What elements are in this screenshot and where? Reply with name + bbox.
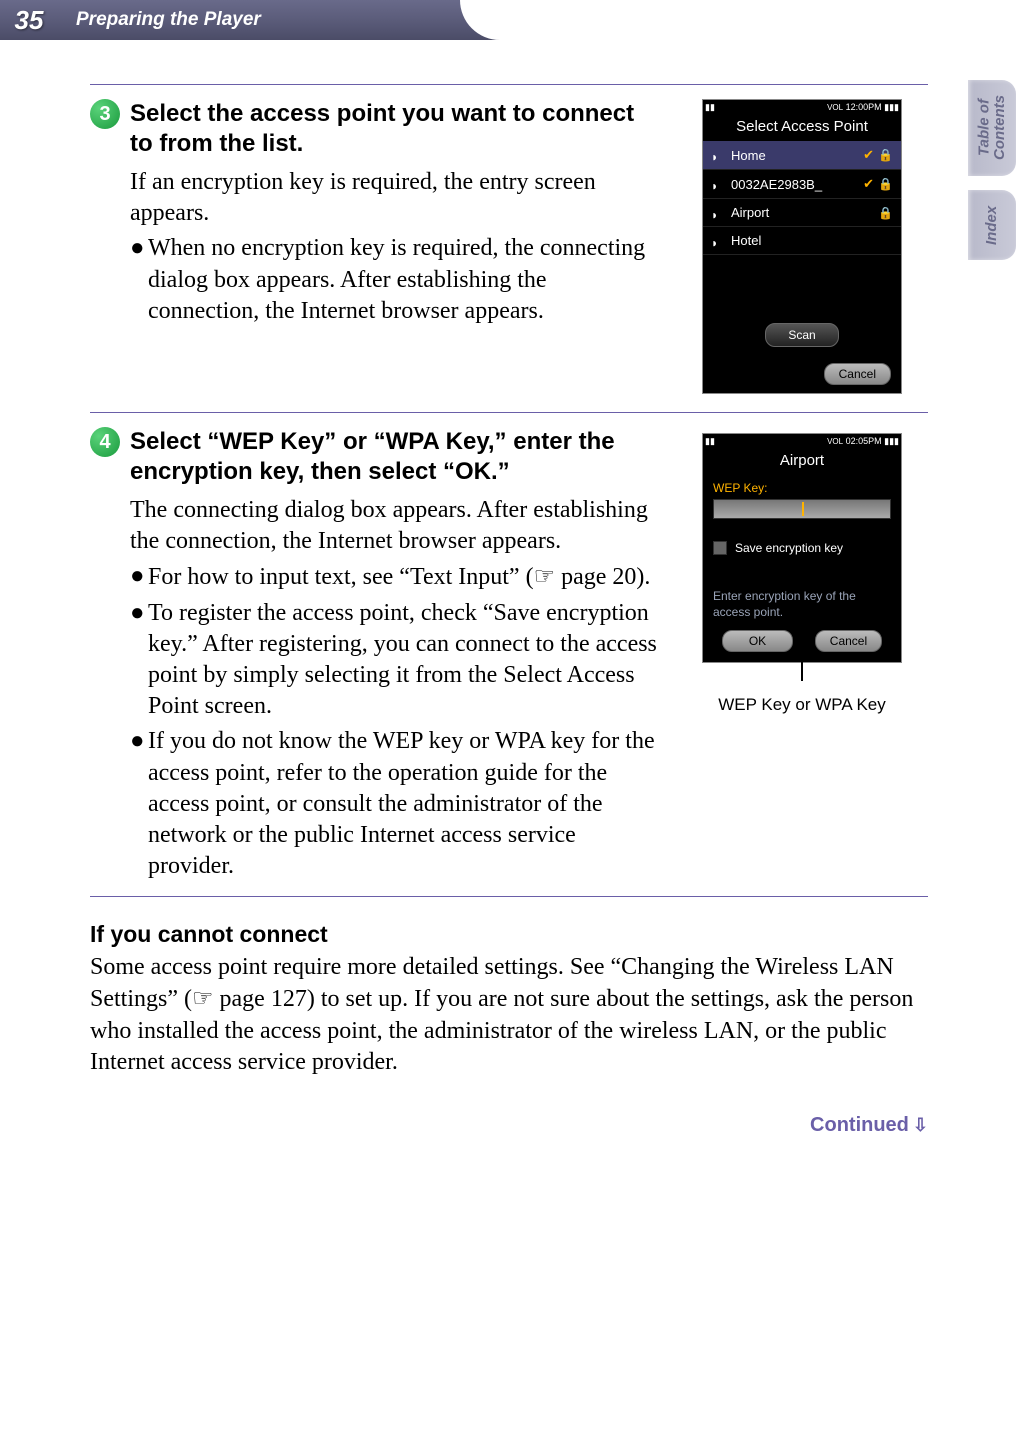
shot1-empty [703,255,901,315]
step-4-head: 4 Select “WEP Key” or “WPA Key,” enter t… [90,427,660,487]
shot2-title: Airport [703,449,901,475]
shot2-body: WEP Key: Save encryption key Enter encry… [703,475,901,620]
b1-post: page 20). [555,564,650,590]
step-3-intro: If an encryption key is required, the en… [130,167,660,229]
cancel-button[interactable]: Cancel [815,630,882,652]
cancel-button[interactable]: Cancel [824,363,891,385]
battery-icon: ▮▮▮ [884,436,899,446]
step-3-head: 3 Select the access point you want to co… [90,99,660,159]
step-4-title: Select “WEP Key” or “WPA Key,” enter the… [130,427,660,487]
step-4-bullet-3: ● If you do not know the WEP key or WPA … [130,726,660,882]
step-4-bullet-1-text: For how to input text, see “Text Input” … [148,561,650,593]
ap-name: Airport [731,205,769,220]
side-tabs: Table of Contents Index [968,80,1016,260]
shot1-title: Select Access Point [703,115,901,141]
tab-index[interactable]: Index [968,190,1016,260]
screenshot-select-access-point: ▮▮ VOL 12:00PM ▮▮▮ Select Access Point H… [702,99,902,394]
pause-icon: ▮▮ [705,436,715,447]
b1-pre: For how to input text, see “Text Input” … [148,564,534,590]
shot2-statusbar: ▮▮ VOL 02:05PM ▮▮▮ [703,434,901,449]
step-4-bullet-2: ● To register the access point, check “S… [130,598,660,723]
step-4: 4 Select “WEP Key” or “WPA Key,” enter t… [90,427,930,882]
screenshot-wep-key: ▮▮ VOL 02:05PM ▮▮▮ Airport WEP Key: Save… [702,433,902,663]
step-4-bullet-2-text: To register the access point, check “Sav… [148,598,660,723]
shot1-cancel-row: Cancel [703,355,901,393]
bullet-dot-icon: ● [130,726,148,882]
check-icon: ✔ [863,147,874,163]
if-you-cannot-connect-body: Some access point require more detailed … [90,952,930,1078]
ap-row-home[interactable]: Home ✔ 🔒 [703,141,901,170]
step-4-intro: The connecting dialog box appears. After… [130,495,660,557]
check-icon: ✔ [863,176,874,192]
scan-button[interactable]: Scan [765,323,838,347]
enter-key-text: Enter encryption key of the access point… [713,589,891,620]
ap-name: Home [731,148,766,163]
vol-icon: VOL [827,103,843,112]
ap-name: 0032AE2983B_ [731,177,822,192]
step-3-title: Select the access point you want to conn… [130,99,660,159]
rule-bottom [90,896,928,897]
hand-icon: ☞ [192,985,214,1012]
step-4-text: 4 Select “WEP Key” or “WPA Key,” enter t… [90,427,660,882]
header-title: Preparing the Player [76,9,261,31]
step-4-bullet-1: ● For how to input text, see “Text Input… [130,561,660,593]
shot2-buttons: OK Cancel [703,620,901,662]
step-4-badge: 4 [90,427,120,457]
page-header: 35 Preparing the Player [0,0,1016,40]
battery-icon: ▮▮▮ [884,102,899,112]
shot1-scan-row: Scan [703,315,901,355]
bullet-dot-icon: ● [130,233,148,327]
hand-icon: ☞ [534,563,556,590]
callout-line [801,657,803,681]
wifi-icon [711,178,725,190]
bullet-dot-icon: ● [130,561,148,593]
save-encryption-row[interactable]: Save encryption key [713,541,891,555]
header-curve [460,0,1016,40]
lock-icon: 🔒 [878,177,893,191]
ap-name: Hotel [731,233,761,248]
step-3-bullet-1: ● When no encryption key is required, th… [130,233,660,327]
if-you-cannot-connect-head: If you cannot connect [90,921,930,948]
ap-row-0032[interactable]: 0032AE2983B_ ✔ 🔒 [703,170,901,199]
continued-label: Continued [810,1114,909,1136]
checkbox-icon[interactable] [713,541,727,555]
lock-icon: 🔒 [878,148,893,162]
text-cursor [802,502,804,516]
rule-mid [90,412,928,413]
step-3-screenshot-col: ▮▮ VOL 12:00PM ▮▮▮ Select Access Point H… [676,99,928,394]
step-4-bullet-3-text: If you do not know the WEP key or WPA ke… [148,726,660,882]
page-number: 35 [0,5,58,36]
shot2-wrap: ▮▮ VOL 02:05PM ▮▮▮ Airport WEP Key: Save… [702,433,902,715]
ap-row-hotel[interactable]: Hotel [703,227,901,255]
ok-button[interactable]: OK [722,630,793,652]
continued-indicator: Continued⇩ [90,1114,928,1137]
shot1-time: 12:00PM [846,102,882,112]
wifi-icon [711,207,725,219]
cannot-post: page 127) to set up. If you are not sure… [90,986,913,1074]
wep-key-input[interactable] [713,499,891,519]
vol-icon: VOL [827,437,843,446]
tab-table-of-contents[interactable]: Table of Contents [968,80,1016,176]
shot2-time: 02:05PM [846,436,882,446]
wep-key-label: WEP Key: [713,481,891,495]
lock-icon: 🔒 [878,206,893,220]
step-3-text: 3 Select the access point you want to co… [90,99,660,394]
step-3-bullet-1-text: When no encryption key is required, the … [148,233,660,327]
down-arrow-icon: ⇩ [913,1115,928,1136]
pause-icon: ▮▮ [705,102,715,113]
shot2-caption: WEP Key or WPA Key [718,695,886,715]
step-4-screenshot-col: ▮▮ VOL 02:05PM ▮▮▮ Airport WEP Key: Save… [676,427,928,882]
bullet-dot-icon: ● [130,598,148,723]
rule-top [90,84,928,85]
wifi-icon [711,235,725,247]
save-encryption-label: Save encryption key [735,541,843,555]
main-content: 3 Select the access point you want to co… [90,78,930,1137]
step-3-badge: 3 [90,99,120,129]
shot1-statusbar: ▮▮ VOL 12:00PM ▮▮▮ [703,100,901,115]
wifi-icon [711,149,725,161]
step-3: 3 Select the access point you want to co… [90,99,930,394]
ap-row-airport[interactable]: Airport 🔒 [703,199,901,227]
